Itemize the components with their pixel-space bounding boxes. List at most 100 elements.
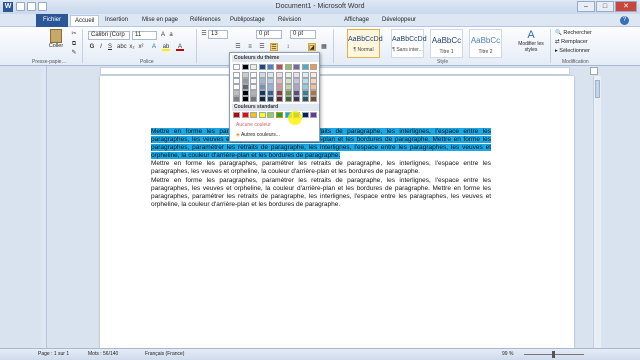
font-name-input[interactable]: Calibri (Corp [88,31,130,40]
minimize-button[interactable]: – [577,1,595,12]
strikethrough-button[interactable]: abc [117,43,127,51]
standard-color-row [233,112,319,120]
maximize-button[interactable]: □ [596,1,614,12]
theme-color-swatch[interactable] [250,96,258,102]
tab-mise-en-page[interactable]: Mise en page [138,15,182,26]
tab-fichier[interactable]: Fichier [36,14,68,27]
select-button[interactable]: ▸ Sélectionner [555,48,590,54]
document-text[interactable]: Mettre en forme les paragraphes, paramét… [151,128,491,209]
line-spacing-icon[interactable]: ↕ [284,43,292,51]
theme-color-swatch[interactable] [301,96,309,102]
theme-color-swatch[interactable] [250,64,258,70]
font-color-icon[interactable]: A [176,43,184,51]
after-spacing-input[interactable]: 0 pt [290,30,316,39]
theme-color-swatch[interactable] [258,96,266,102]
word-count[interactable]: Mots : 56/140 [88,349,118,360]
replace-button[interactable]: ⇄ Remplacer [555,39,588,45]
standard-color-swatch[interactable] [276,112,283,118]
language-indicator[interactable]: Français (France) [145,349,184,360]
underline-button[interactable]: S [106,43,114,51]
tab-publipostage[interactable]: Publipostage [226,15,269,26]
theme-color-swatch[interactable] [233,96,240,102]
grow-font-icon[interactable]: A [159,31,167,39]
tab-accueil[interactable]: Accueil [70,15,100,26]
theme-color-swatch[interactable] [258,64,266,70]
ruler-toggle-icon[interactable] [590,67,598,75]
theme-color-swatch[interactable] [310,96,318,102]
center-icon[interactable]: ≡ [246,43,254,51]
tab-references[interactable]: Références [186,15,225,26]
justify-icon[interactable]: ☰ [270,43,278,51]
style-normal[interactable]: AaBbCcDd ¶ Normal [347,29,383,58]
divider [550,29,551,63]
paste-button[interactable]: Coller [45,29,67,55]
paragraph-2[interactable]: Mettre en forme les paragraphes, paramét… [151,160,491,176]
tab-insertion[interactable]: Insertion [101,15,132,26]
theme-color-swatch[interactable] [241,64,249,70]
style-heading-1[interactable]: AaBbCc Titre 1 [430,29,463,58]
borders-icon[interactable]: ▦ [320,43,328,51]
spacing-value[interactable]: 13 [208,30,228,39]
edit-group-label: Modification [562,59,589,65]
text-effects-icon[interactable]: A [150,43,158,51]
before-spacing-input[interactable]: 0 pt [256,30,282,39]
bullets-icon[interactable]: ☰ [200,30,208,38]
theme-color-swatch[interactable] [276,96,283,102]
vertical-ruler[interactable] [41,66,47,348]
font-size-input[interactable]: 11 [132,31,157,40]
align-left-icon[interactable]: ☰ [234,43,242,51]
theme-color-swatch[interactable] [241,96,249,102]
standard-color-swatch[interactable] [258,112,266,118]
document-page[interactable] [100,76,574,348]
zoom-slider-thumb[interactable] [552,351,555,358]
theme-color-swatch[interactable] [301,64,309,70]
window-title: Document1 - Microsoft Word [275,3,365,10]
page-count[interactable]: Page : 1 sur 1 [38,349,69,360]
tab-revision[interactable]: Révision [274,15,305,26]
italic-button[interactable]: I [97,43,105,51]
copy-icon[interactable]: ⧉ [70,40,78,48]
paragraph-3[interactable]: Mettre en forme les paragraphes, paramét… [151,177,491,209]
paragraph-1[interactable]: Mettre en forme les paragraphes, paramét… [151,128,491,160]
format-painter-icon[interactable]: ✎ [70,49,78,57]
cut-icon[interactable]: ✂ [70,30,78,38]
theme-color-swatch[interactable] [310,64,318,70]
shrink-font-icon[interactable]: a [167,31,175,39]
theme-color-grid [233,64,319,104]
style-heading-2[interactable]: AaBbCc Titre 2 [469,29,502,58]
theme-color-swatch[interactable] [284,64,292,70]
standard-color-swatch[interactable] [301,112,309,118]
highlighted-text[interactable]: Mettre en forme les paragraphes, paramét… [151,128,491,160]
close-button[interactable]: ✕ [615,1,637,12]
standard-color-swatch[interactable] [241,112,249,118]
more-colors-option[interactable]: ◈ Autres couleurs... [236,132,280,138]
no-color-option[interactable]: Aucune couleur [236,122,271,128]
theme-color-swatch[interactable] [267,96,275,102]
standard-color-swatch[interactable] [267,112,275,118]
theme-color-swatch[interactable] [233,64,240,70]
tab-affichage[interactable]: Affichage [340,15,373,26]
theme-color-swatch[interactable] [284,96,292,102]
change-styles-button[interactable]: A Modifier les styles [516,29,546,57]
vertical-scrollbar[interactable] [593,76,601,348]
search-button[interactable]: 🔍 Rechercher [555,30,592,36]
horizontal-ruler[interactable] [100,67,570,75]
standard-color-swatch[interactable] [250,112,258,118]
help-icon[interactable]: ? [620,16,629,25]
shading-icon[interactable]: ◪ [308,43,316,51]
zoom-level[interactable]: 99 % [502,349,513,360]
subscript-button[interactable]: x₂ [128,43,136,51]
bold-button[interactable]: G [88,43,96,51]
style-no-spacing[interactable]: AaBbCcDd ¶ Sans inter... [391,29,427,58]
align-right-icon[interactable]: ☰ [258,43,266,51]
tab-developpeur[interactable]: Développeur [378,15,420,26]
highlight-icon[interactable]: ab [162,43,170,51]
theme-color-swatch[interactable] [267,64,275,70]
theme-color-swatch[interactable] [293,96,301,102]
superscript-button[interactable]: x² [137,43,145,51]
theme-color-swatch[interactable] [293,64,301,70]
theme-color-swatch[interactable] [276,64,283,70]
standard-color-swatch[interactable] [310,112,318,118]
standard-color-swatch[interactable] [233,112,240,118]
scroll-thumb[interactable] [595,80,600,98]
